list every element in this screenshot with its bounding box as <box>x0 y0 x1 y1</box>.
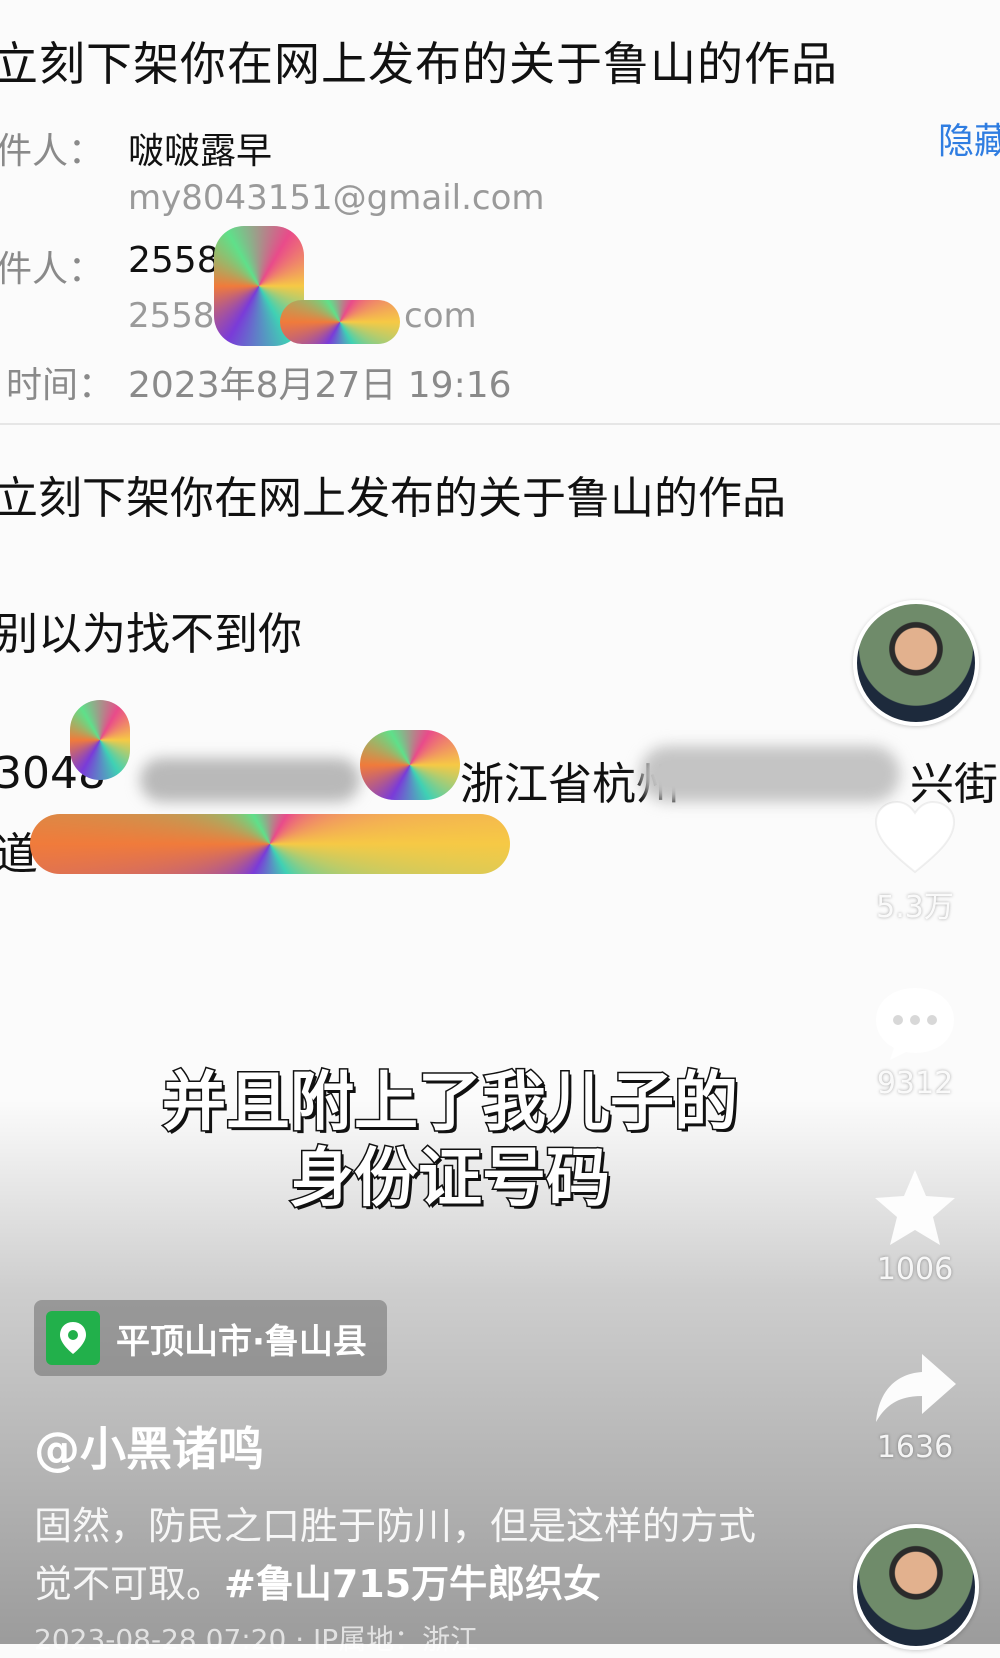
hide-details-link[interactable]: 隐藏 <box>938 112 1000 164</box>
address-blur-1 <box>140 758 360 802</box>
like-count: 5.3万 <box>876 890 954 925</box>
recipient-email-suffix: com <box>404 296 477 336</box>
music-disc-avatar[interactable] <box>853 1524 979 1650</box>
id-number-redaction-mosaic <box>30 814 510 874</box>
author-name[interactable]: @小黑诸鸣 <box>34 1413 264 1479</box>
header-divider <box>0 423 1000 425</box>
hashtag-link[interactable]: #鲁山715万牛郎织女 <box>224 1562 601 1606</box>
sender-name: 啵啵露早 <box>128 131 273 172</box>
recipient-email-redaction-mosaic <box>280 300 400 344</box>
author-avatar[interactable] <box>853 600 979 726</box>
recipient-label: 件人： <box>0 249 105 290</box>
recipient-name: 2558 <box>128 240 220 281</box>
share-count: 1636 <box>876 1430 954 1465</box>
share-icon <box>876 1354 956 1422</box>
id-redaction-mosaic-1 <box>70 700 130 780</box>
location-pin-icon <box>46 1311 100 1365</box>
video-caption-line-1: 并且附上了我儿子的 <box>161 1065 740 1142</box>
video-caption-line-2: 身份证号码 <box>289 1141 612 1218</box>
post-date-ip: 2023-08-28 07:20 · IP属地：浙江 <box>34 1623 479 1656</box>
email-body-line-1: 立刻下架你在网上发布的关于鲁山的作品 <box>0 473 786 524</box>
email-subject: 立刻下架你在网上发布的关于鲁山的作品 <box>0 37 838 91</box>
recipient-email-prefix: 2558 <box>128 296 215 336</box>
location-tag[interactable]: 平顶山市·鲁山县 <box>34 1300 387 1376</box>
heart-icon <box>874 800 956 874</box>
share-button[interactable]: 1636 <box>870 1350 960 1465</box>
video-description: 固然，防民之口胜于防川，但是这样的方式觉不可取。#鲁山715万牛郎织女 <box>34 1497 774 1613</box>
favorite-count: 1006 <box>876 1252 954 1287</box>
address-blur-2 <box>640 746 900 802</box>
sender-label: 件人： <box>0 131 105 172</box>
time-label: 时间： <box>6 365 115 406</box>
email-body-line-2: 别以为找不到你 <box>0 609 302 660</box>
id-redaction-mosaic-2 <box>360 730 460 800</box>
like-button[interactable]: 5.3万 <box>870 798 960 926</box>
location-label: 平顶山市·鲁山县 <box>116 1321 367 1362</box>
time-value: 2023年8月27日 19:16 <box>128 365 512 406</box>
comment-icon <box>876 988 954 1060</box>
sender-email[interactable]: my8043151@gmail.com <box>128 178 545 218</box>
